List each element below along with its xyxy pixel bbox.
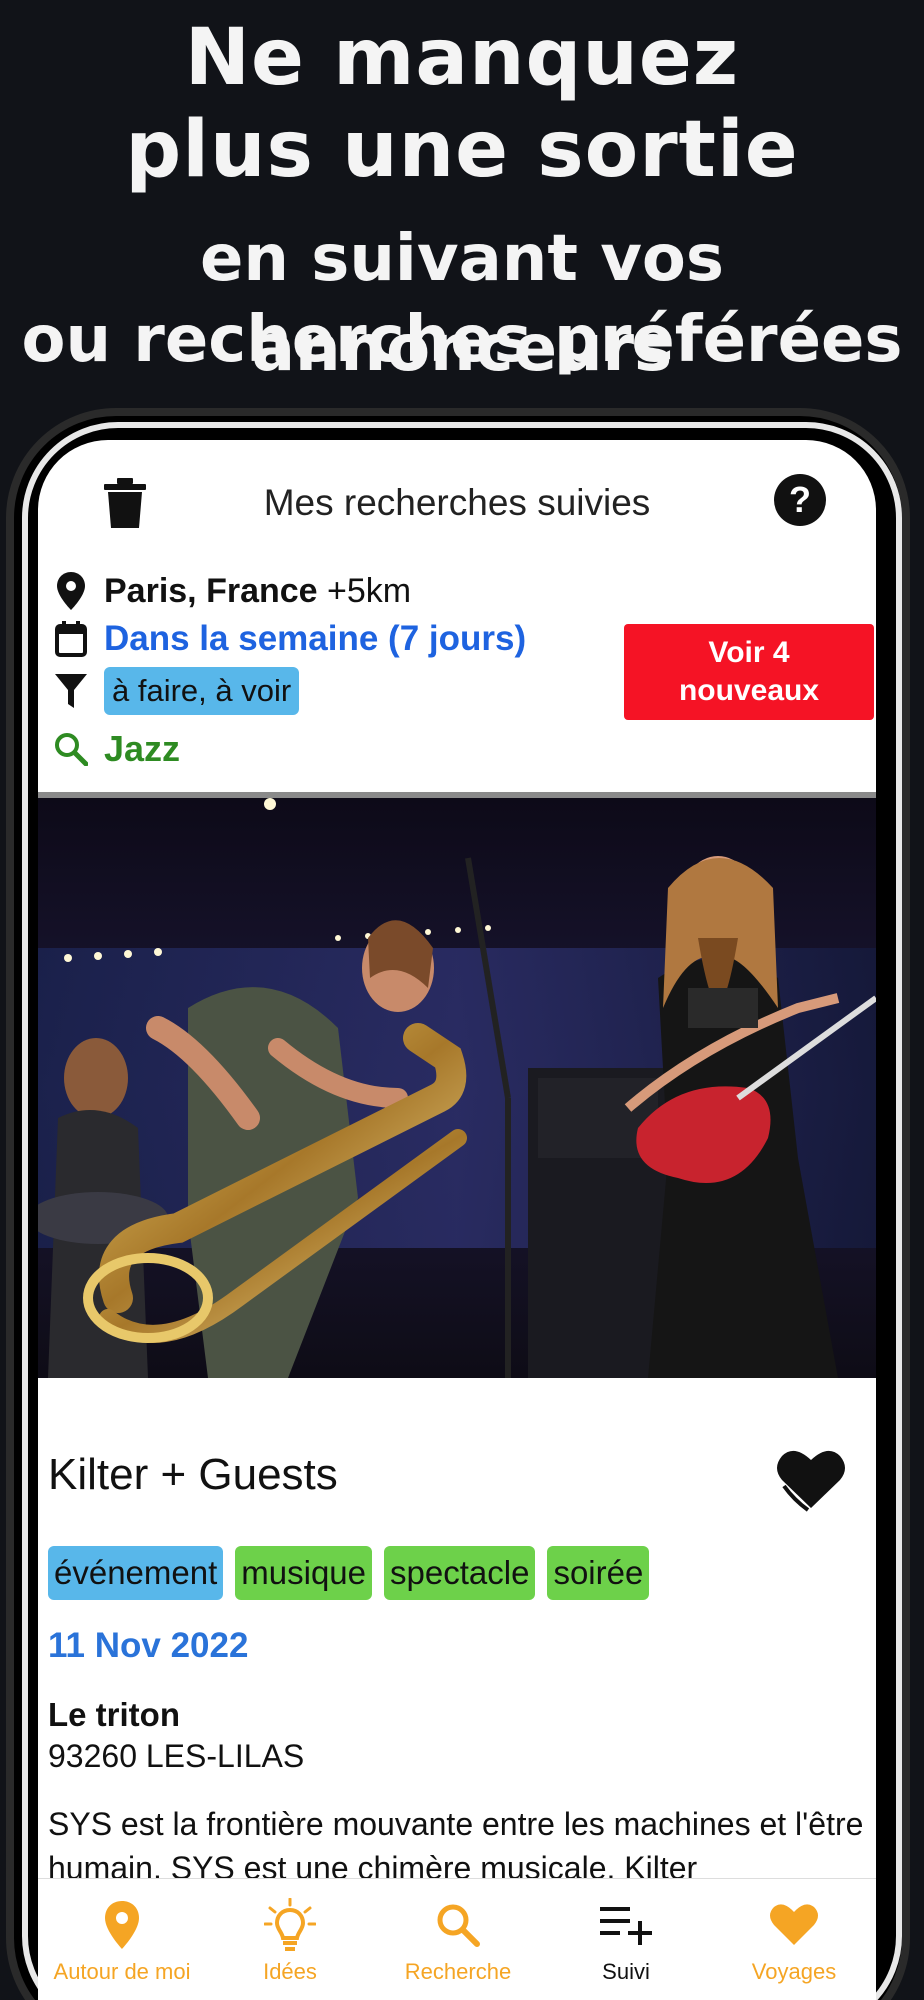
location-city: Paris, France <box>104 571 318 610</box>
tab-voyages[interactable]: Voyages <box>710 1879 876 2000</box>
category-chip: à faire, à voir <box>104 667 300 715</box>
bottom-tab-bar: Autour de moi Idées Recherche Suivi Voya… <box>38 1878 876 2000</box>
lightbulb-icon <box>206 1895 374 1955</box>
keyword-row[interactable]: Jazz <box>54 724 180 774</box>
tab-recherche[interactable]: Recherche <box>374 1879 542 2000</box>
see-new-line-1: Voir 4 <box>708 636 790 669</box>
tab-idees[interactable]: Idées <box>206 1879 374 2000</box>
location-row[interactable]: Paris, France +5km <box>54 566 411 616</box>
playlist-add-icon <box>542 1895 710 1955</box>
tag-soiree[interactable]: soirée <box>547 1546 650 1600</box>
see-new-line-2: nouveaux <box>678 674 820 707</box>
tab-label: Voyages <box>751 1959 837 1984</box>
event-address: 93260 LES-LILAS <box>48 1738 305 1774</box>
tab-label: Autour de moi <box>53 1959 191 1984</box>
location-radius: +5km <box>317 571 412 610</box>
app-screen: Mes recherches suivies ? Paris, France +… <box>38 440 876 2000</box>
event-date: 11 Nov 2022 <box>48 1626 249 1665</box>
tag-musique[interactable]: musique <box>235 1546 373 1600</box>
favorite-heart-icon[interactable] <box>774 1446 848 1512</box>
event-title: Kilter + Guests <box>48 1450 338 1499</box>
tab-label: Suivi <box>602 1959 650 1984</box>
help-icon[interactable]: ? <box>774 474 826 526</box>
app-header: Mes recherches suivies ? <box>38 440 876 560</box>
keyword-text: Jazz <box>104 728 181 769</box>
location-text: Paris, France +5km <box>104 572 411 611</box>
event-description: SYS est la frontière mouvante entre les … <box>48 1806 864 1886</box>
tag-evenement[interactable]: événement <box>48 1546 224 1600</box>
date-row[interactable]: Dans la semaine (7 jours) <box>54 614 526 664</box>
promo-line-1: Ne manquez <box>184 13 740 103</box>
tab-label: Recherche <box>404 1959 512 1984</box>
search-icon <box>374 1895 542 1955</box>
filter-icon <box>54 671 88 711</box>
date-filter: Dans la semaine (7 jours) <box>104 619 527 658</box>
tag-spectacle[interactable]: spectacle <box>384 1546 536 1600</box>
promo-line-2: plus une sortie <box>125 105 799 195</box>
page-title: Mes recherches suivies <box>263 482 651 523</box>
location-pin-icon <box>38 1895 206 1955</box>
tab-suivi[interactable]: Suivi <box>542 1879 710 2000</box>
heart-icon <box>710 1895 876 1955</box>
event-photo[interactable] <box>38 798 876 1378</box>
event-tags: événement musique spectacle soirée <box>48 1546 650 1600</box>
see-new-button[interactable]: Voir 4 nouveaux <box>624 624 874 720</box>
promo-line-4: ou recherches préférées <box>21 303 903 377</box>
category-row[interactable]: à faire, à voir <box>54 666 300 716</box>
tab-autour-de-moi[interactable]: Autour de moi <box>38 1879 206 2000</box>
tab-label: Idées <box>263 1959 317 1984</box>
calendar-icon <box>54 619 88 659</box>
search-icon <box>54 729 88 769</box>
location-pin-icon <box>54 571 88 611</box>
event-venue[interactable]: Le triton <box>48 1696 180 1734</box>
